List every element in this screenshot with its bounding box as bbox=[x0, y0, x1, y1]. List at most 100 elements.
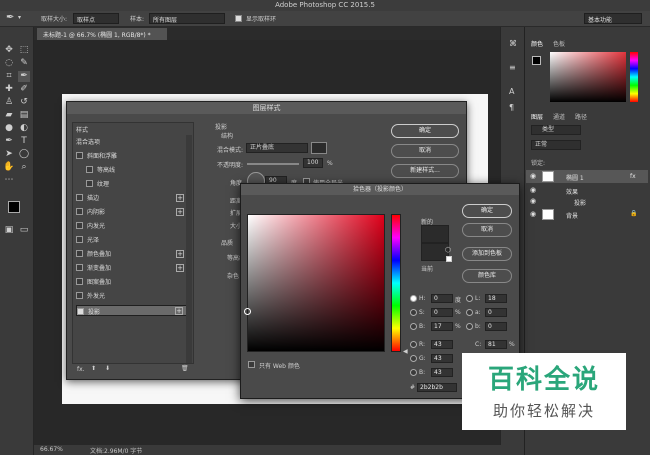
tab-color[interactable]: 颜色 bbox=[531, 39, 543, 48]
red-radio[interactable] bbox=[410, 341, 417, 348]
brush-tool-icon[interactable]: ✐ bbox=[18, 84, 30, 95]
gradient-tool-icon[interactable]: ▤ bbox=[18, 110, 30, 121]
blend-mode-select[interactable]: 正片叠底 bbox=[246, 143, 308, 153]
style-checkbox[interactable] bbox=[86, 180, 93, 187]
tool-preset-chevron-icon[interactable]: ▾ bbox=[18, 14, 21, 21]
doc-info[interactable]: 文档:2.96M/0 字节 bbox=[90, 446, 142, 455]
fx-badge[interactable]: fx bbox=[630, 173, 636, 180]
show-ring-checkbox[interactable] bbox=[235, 15, 242, 22]
style-checkbox[interactable] bbox=[76, 278, 83, 285]
layer-row-ellipse[interactable]: ◉ 椭圆 1 fx bbox=[526, 170, 648, 183]
sample-size-select[interactable]: 取样点 bbox=[73, 13, 119, 24]
brightness-field[interactable]: 17 bbox=[431, 322, 453, 331]
move-tool-icon[interactable]: ✥ bbox=[3, 45, 15, 56]
tab-layers[interactable]: 图层 bbox=[531, 112, 543, 121]
add-effect-instance-icon[interactable]: + bbox=[176, 194, 184, 202]
eyedropper-tool-icon[interactable]: ✒ bbox=[18, 71, 30, 82]
new-style-button[interactable]: 新建样式... bbox=[391, 164, 459, 178]
green-field[interactable]: 43 bbox=[431, 354, 453, 363]
cyan-field[interactable]: 81 bbox=[485, 340, 507, 349]
color-libraries-button[interactable]: 颜色库 bbox=[462, 269, 512, 283]
green-radio[interactable] bbox=[410, 355, 417, 362]
hue-radio[interactable] bbox=[410, 295, 417, 302]
sample-select[interactable]: 所有图层 bbox=[149, 13, 225, 24]
stamp-tool-icon[interactable]: ♙ bbox=[3, 97, 15, 108]
marquee-tool-icon[interactable]: ⬚ bbox=[18, 45, 30, 56]
style-checkbox[interactable] bbox=[86, 166, 93, 173]
saturation-field[interactable]: 0 bbox=[431, 308, 453, 317]
tab-swatches[interactable]: 色板 bbox=[553, 39, 565, 48]
eye-icon[interactable]: ◉ bbox=[530, 197, 536, 205]
layer-blend-mode[interactable]: 正常 bbox=[531, 140, 581, 150]
eraser-tool-icon[interactable]: ▰ bbox=[3, 110, 15, 121]
lab-b-radio[interactable] bbox=[466, 323, 473, 330]
crop-tool-icon[interactable]: ⌗ bbox=[3, 71, 15, 82]
style-checkbox[interactable] bbox=[76, 250, 83, 257]
workspace-select[interactable]: 基本功能 bbox=[584, 13, 642, 24]
style-checkbox[interactable] bbox=[77, 308, 84, 315]
opacity-field[interactable]: 100 bbox=[303, 158, 323, 168]
out-of-gamut-warning-icon[interactable]: ⬡ bbox=[445, 246, 451, 254]
paragraph-panel-icon[interactable]: ¶ bbox=[509, 103, 518, 112]
lab-a-radio[interactable] bbox=[466, 309, 473, 316]
layer-row-background[interactable]: ◉ 背景 🔒 bbox=[526, 208, 648, 221]
cancel-button[interactable]: 取消 bbox=[462, 223, 512, 237]
pen-tool-icon[interactable]: ✒ bbox=[3, 136, 15, 147]
hand-tool-icon[interactable]: ✋ bbox=[3, 162, 15, 173]
style-checkbox[interactable] bbox=[76, 292, 83, 299]
quick-mask-icon[interactable]: ▣ bbox=[3, 225, 15, 236]
style-item[interactable]: 图案叠加 bbox=[76, 277, 188, 288]
hue-slider[interactable] bbox=[391, 214, 401, 352]
adjustments-panel-icon[interactable]: A bbox=[509, 87, 518, 96]
color-hue-slider[interactable] bbox=[630, 52, 638, 102]
history-panel-icon[interactable]: ⌘ bbox=[509, 39, 518, 48]
opacity-slider[interactable] bbox=[247, 163, 299, 165]
red-field[interactable]: 43 bbox=[431, 340, 453, 349]
lab-l-radio[interactable] bbox=[466, 295, 473, 302]
quick-select-icon[interactable]: ✎ bbox=[18, 58, 30, 69]
eye-icon[interactable]: ◉ bbox=[530, 172, 536, 180]
foreground-color-swatch[interactable] bbox=[8, 201, 20, 213]
healing-tool-icon[interactable]: ✚ bbox=[3, 84, 15, 95]
blue-field[interactable]: 43 bbox=[431, 368, 453, 377]
add-effect-instance-icon[interactable]: + bbox=[176, 250, 184, 258]
style-item[interactable]: 混合选项 bbox=[76, 137, 188, 148]
history-brush-icon[interactable]: ↺ bbox=[18, 97, 30, 108]
eye-icon[interactable]: ◉ bbox=[530, 186, 536, 194]
zoom-level[interactable]: 66.67% bbox=[40, 446, 63, 453]
web-only-checkbox[interactable] bbox=[248, 361, 255, 368]
style-item[interactable]: 投影 + bbox=[76, 305, 188, 316]
eye-icon[interactable]: ◉ bbox=[530, 210, 536, 218]
type-tool-icon[interactable]: T bbox=[18, 136, 30, 147]
color-panel-foreground[interactable] bbox=[532, 56, 541, 65]
more-tools-icon[interactable]: ⋯ bbox=[3, 175, 15, 186]
style-list-scrollbar[interactable] bbox=[186, 135, 192, 363]
hue-slider-arrow-icon[interactable]: ◀ bbox=[403, 348, 408, 355]
add-to-swatches-button[interactable]: 添加到色板 bbox=[462, 247, 512, 261]
add-effect-instance-icon[interactable]: + bbox=[175, 307, 183, 315]
ok-button[interactable]: 确定 bbox=[462, 204, 512, 218]
style-checkbox[interactable] bbox=[76, 152, 83, 159]
document-tab[interactable]: 未标题-1 @ 66.7% (椭圆 1, RGB/8*) * bbox=[37, 28, 167, 40]
move-up-icon[interactable]: ⬆ bbox=[91, 365, 96, 372]
blue-radio[interactable] bbox=[410, 369, 417, 376]
style-checkbox[interactable] bbox=[76, 236, 83, 243]
blur-tool-icon[interactable]: ● bbox=[3, 123, 15, 134]
add-effect-instance-icon[interactable]: + bbox=[176, 208, 184, 216]
style-item[interactable]: 斜面和浮雕 bbox=[76, 151, 188, 162]
move-down-icon[interactable]: ⬇ bbox=[105, 365, 110, 372]
hex-field[interactable]: 2b2b2b bbox=[417, 383, 457, 392]
style-checkbox[interactable] bbox=[76, 194, 83, 201]
zoom-tool-icon[interactable]: ⌕ bbox=[18, 162, 30, 173]
style-item[interactable]: 内发光 bbox=[76, 221, 188, 232]
tab-paths[interactable]: 路径 bbox=[575, 112, 587, 121]
tab-channels[interactable]: 通道 bbox=[553, 112, 565, 121]
color-field-cursor[interactable] bbox=[244, 308, 251, 315]
style-item[interactable]: 光泽 bbox=[76, 235, 188, 246]
trash-icon[interactable]: 🗑 bbox=[181, 365, 189, 372]
style-item[interactable]: 描边 + bbox=[76, 193, 188, 204]
layer-row-drop-shadow[interactable]: ◉ 投影 bbox=[526, 195, 648, 208]
fx-menu-button[interactable]: fx. bbox=[77, 366, 85, 373]
lab-l-field[interactable]: 18 bbox=[485, 294, 507, 303]
style-item[interactable]: 外发光 bbox=[76, 291, 188, 302]
